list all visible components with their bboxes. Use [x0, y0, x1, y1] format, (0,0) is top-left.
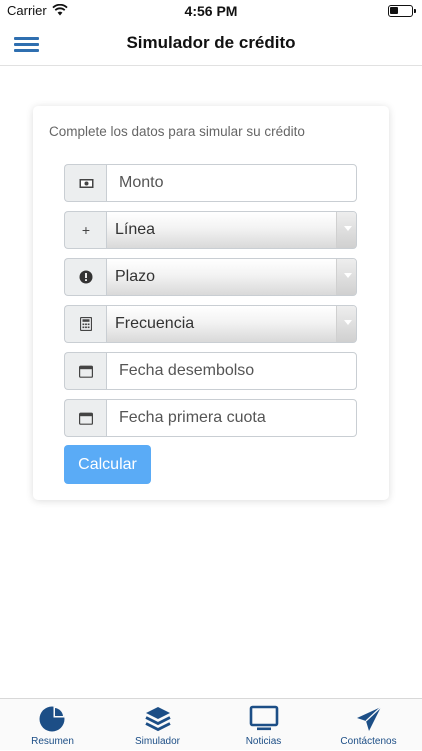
send-icon: [356, 706, 381, 731]
first-installment-date-input[interactable]: Fecha primera cuota: [106, 399, 357, 437]
chevron-down-icon: [336, 212, 356, 248]
monitor-icon: [249, 705, 278, 731]
tab-contactenos[interactable]: Contáctenos: [316, 699, 421, 751]
chevron-down-icon: [336, 306, 356, 342]
term-field: Plazo: [64, 258, 357, 296]
calculator-icon: [64, 305, 107, 343]
battery-level: [390, 7, 398, 14]
frequency-select[interactable]: Frecuencia: [106, 305, 357, 343]
plus-icon: +: [64, 211, 107, 249]
amount-input[interactable]: Monto: [106, 164, 357, 202]
disbursement-date-input[interactable]: Fecha desembolso: [106, 352, 357, 390]
pie-chart-icon: [39, 706, 64, 732]
clock: 4:56 PM: [184, 3, 238, 19]
tab-label: Resumen: [31, 736, 74, 747]
calculate-button[interactable]: Calcular: [64, 445, 151, 484]
amount-field: Monto: [64, 164, 357, 202]
layers-icon: [144, 707, 171, 732]
credit-simulator-card: Complete los datos para simular su crédi…: [33, 106, 389, 500]
page-title: Simulador de crédito: [126, 33, 296, 52]
navigation-bar: Simulador de crédito: [0, 22, 422, 66]
exclamation-circle-icon: [64, 258, 107, 296]
line-select[interactable]: Línea: [106, 211, 357, 249]
calendar-icon: [64, 399, 107, 437]
tab-bar: Resumen Simulador Noticias Contáctenos: [0, 698, 422, 750]
tab-resumen[interactable]: Resumen: [0, 699, 105, 751]
chevron-down-icon: [336, 259, 356, 295]
tab-label: Noticias: [245, 736, 282, 747]
calendar-icon: [64, 352, 107, 390]
status-bar: Carrier 4:56 PM: [0, 0, 422, 22]
tab-label: Simulador: [134, 736, 181, 747]
tab-label: Contáctenos: [340, 736, 397, 747]
tab-noticias[interactable]: Noticias: [211, 699, 316, 751]
battery-icon: [388, 5, 416, 17]
first-installment-date-field: Fecha primera cuota: [64, 399, 357, 437]
form-instructions: Complete los datos para simular su crédi…: [49, 124, 305, 139]
frequency-field: Frecuencia: [64, 305, 357, 343]
disbursement-date-field: Fecha desembolso: [64, 352, 357, 390]
term-select[interactable]: Plazo: [106, 258, 357, 296]
money-icon: [64, 164, 107, 202]
line-field: + Línea: [64, 211, 357, 249]
tab-simulador[interactable]: Simulador: [105, 699, 210, 751]
